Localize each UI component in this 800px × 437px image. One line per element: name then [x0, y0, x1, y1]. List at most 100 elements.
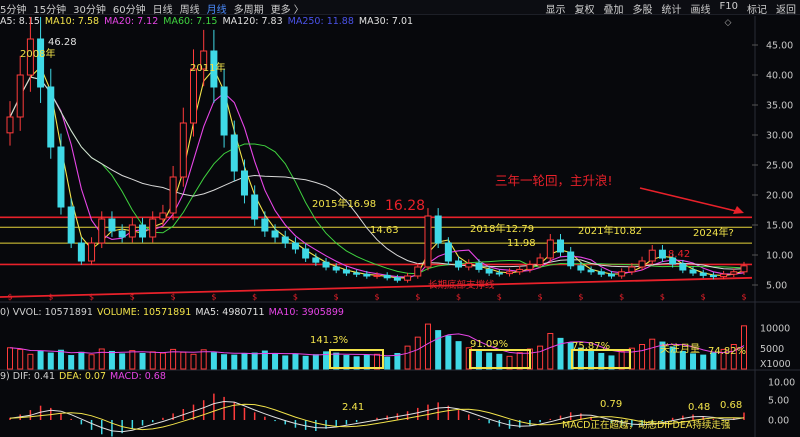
volume-bar-15 — [159, 352, 166, 370]
volume-bar-22 — [231, 354, 238, 370]
annot-peak-2008-label: 2008年 — [20, 47, 55, 60]
candle-body-9 — [98, 218, 106, 244]
volume-bar-50 — [516, 352, 523, 370]
annot-headline: 三年一轮回，主升浪! — [495, 173, 613, 188]
candle-body-43 — [444, 242, 452, 262]
candle-body-6 — [67, 206, 75, 244]
candle-body-21 — [220, 86, 228, 136]
annot-vol-focus: 关注月量 — [660, 342, 700, 355]
candle-body-36 — [373, 274, 381, 277]
signal-marker-0: $ — [7, 293, 12, 302]
candle-body-52 — [536, 257, 544, 266]
candle-body-33 — [342, 269, 350, 274]
volume-bar-32 — [333, 352, 340, 370]
vol-legend-item-0: 0) VVOL: 10571891 — [0, 307, 93, 318]
vol-legend-item-3: MA10: 3905899 — [268, 307, 344, 318]
signal-marker-4: $ — [48, 293, 53, 302]
candle-body-14 — [149, 218, 157, 238]
price-tick-label-7: 40.00 — [766, 71, 793, 82]
candle-body-32 — [332, 266, 340, 271]
volume-bar-40 — [414, 336, 421, 370]
signal-marker-16: $ — [171, 293, 176, 302]
annot-macd-068: 0.68 — [720, 400, 742, 411]
signal-marker-36: $ — [374, 293, 379, 302]
candle-body-48 — [495, 272, 503, 275]
volume-bar-48 — [496, 353, 503, 370]
annot-vol-pct-2: 91.09% — [470, 339, 508, 350]
candle-body-62 — [638, 260, 646, 268]
annot-line-1463: 14.63 — [370, 225, 399, 236]
volume-bar-36 — [374, 353, 380, 370]
candle-body-40 — [414, 266, 422, 277]
signal-marker-64: $ — [660, 293, 665, 302]
volume-bar-26 — [272, 353, 279, 370]
candle-body-13 — [139, 224, 147, 238]
diamond-icon: ◇ — [725, 18, 732, 28]
vol-legend-item-1: VOLUME: 10571891 — [96, 307, 192, 318]
candle-body-11 — [118, 230, 126, 238]
price-tick-label-4: 25.00 — [766, 161, 793, 172]
candle-body-53 — [546, 239, 554, 259]
macd-legend: 9) DIF: 0.41 DEA: 0.07 MACD: 0.68 — [0, 371, 170, 382]
volume-bar-53 — [547, 332, 554, 370]
price-tick-label-5: 30.00 — [766, 131, 793, 142]
volume-legend: 0) VVOL: 10571891 VOLUME: 10571891 MA5: 49… — [0, 307, 348, 318]
price-tick-label-6: 35.00 — [766, 101, 793, 112]
candle-body-10 — [108, 218, 116, 232]
signal-marker-48: $ — [497, 293, 502, 302]
volume-bar-68 — [700, 354, 707, 370]
candle-body-24 — [251, 194, 259, 220]
signal-marker-20: $ — [211, 293, 216, 302]
macd-tick-label-0: 0.00 — [768, 416, 789, 427]
volume-bar-33 — [343, 355, 350, 370]
volume-bar-20 — [210, 352, 217, 370]
candle-body-64 — [658, 249, 666, 259]
price-tick-label-2: 15.00 — [766, 221, 793, 232]
volume-bar-35 — [363, 354, 370, 370]
candle-body-46 — [475, 262, 483, 270]
macd-legend-item-1: DEA: 0.07 — [59, 371, 107, 382]
price-tick-label-3: 20.00 — [766, 191, 793, 202]
volume-bar-13 — [139, 352, 146, 370]
price-tick-label-1: 10.00 — [766, 251, 793, 262]
candle-body-56 — [577, 265, 585, 271]
candle-body-49 — [506, 271, 514, 275]
volume-bar-18 — [190, 353, 197, 370]
candle-body-26 — [271, 230, 279, 238]
volume-bar-46 — [475, 350, 482, 370]
candle-body-42 — [434, 215, 442, 244]
candle-body-72 — [740, 265, 748, 273]
price-tick-label-8: 45.00 — [766, 41, 793, 52]
volume-bar-47 — [486, 352, 493, 370]
volume-bar-1 — [17, 348, 24, 370]
annot-vol-pct-4: 74.82% — [708, 346, 746, 357]
volume-bar-37 — [384, 356, 391, 370]
candle-body-37 — [383, 274, 391, 279]
signal-marker-24: $ — [252, 293, 257, 302]
signal-marker-28: $ — [293, 293, 298, 302]
annot-label-2024: 2024年? — [693, 226, 734, 239]
candle-body-3 — [37, 38, 45, 88]
volume-bar-57 — [588, 350, 595, 370]
candle-body-67 — [689, 269, 697, 274]
volume-bar-7 — [78, 351, 85, 370]
macd-legend-item-2: MACD: 0.68 — [110, 371, 166, 382]
annot-peak-2015: 2015年16.98 — [312, 197, 376, 210]
signal-marker-32: $ — [334, 293, 339, 302]
signal-marker-68: $ — [701, 293, 706, 302]
volume-bar-0 — [7, 347, 13, 370]
annot-support-label: 长期底部支撑线 — [428, 279, 495, 291]
candle-body-31 — [322, 261, 330, 268]
candle-body-17 — [179, 122, 187, 178]
candle-body-51 — [526, 264, 534, 270]
signal-marker-8: $ — [89, 293, 94, 302]
candle-body-70 — [720, 273, 728, 278]
candle-body-29 — [302, 248, 310, 259]
macd-tick-label-2: 10.00 — [768, 378, 795, 389]
volume-bar-5 — [57, 349, 64, 370]
annot-macd-note: MACD正在超越，动态DIFDEA持续走强 — [562, 419, 731, 431]
candle-body-38 — [393, 277, 401, 281]
signal-marker-40: $ — [415, 293, 420, 302]
candle-body-50 — [516, 268, 524, 273]
volume-bar-19 — [200, 349, 207, 370]
